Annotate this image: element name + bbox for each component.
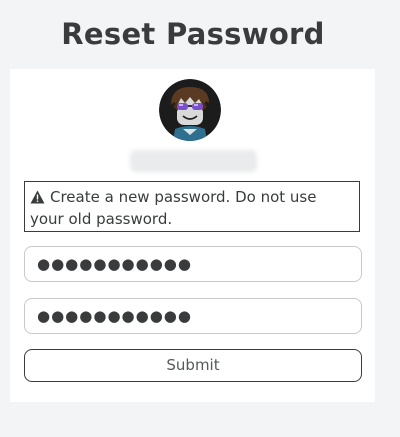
alert-message: Create a new password. Do not use your o… — [30, 187, 354, 229]
warning-icon — [30, 189, 45, 209]
new-password-field[interactable] — [24, 246, 362, 282]
page-title: Reset Password — [61, 17, 325, 51]
alert-message-text: Create a new password. Do not use your o… — [30, 188, 317, 228]
password-alert: Create a new password. Do not use your o… — [24, 181, 360, 232]
confirm-password-input[interactable] — [25, 299, 337, 333]
username-redacted — [130, 150, 257, 172]
reset-password-card: Create a new password. Do not use your o… — [10, 69, 375, 402]
submit-button[interactable]: Submit — [24, 349, 362, 382]
new-password-input[interactable] — [25, 247, 337, 281]
user-avatar-icon — [159, 79, 221, 141]
confirm-password-field[interactable] — [24, 298, 362, 334]
